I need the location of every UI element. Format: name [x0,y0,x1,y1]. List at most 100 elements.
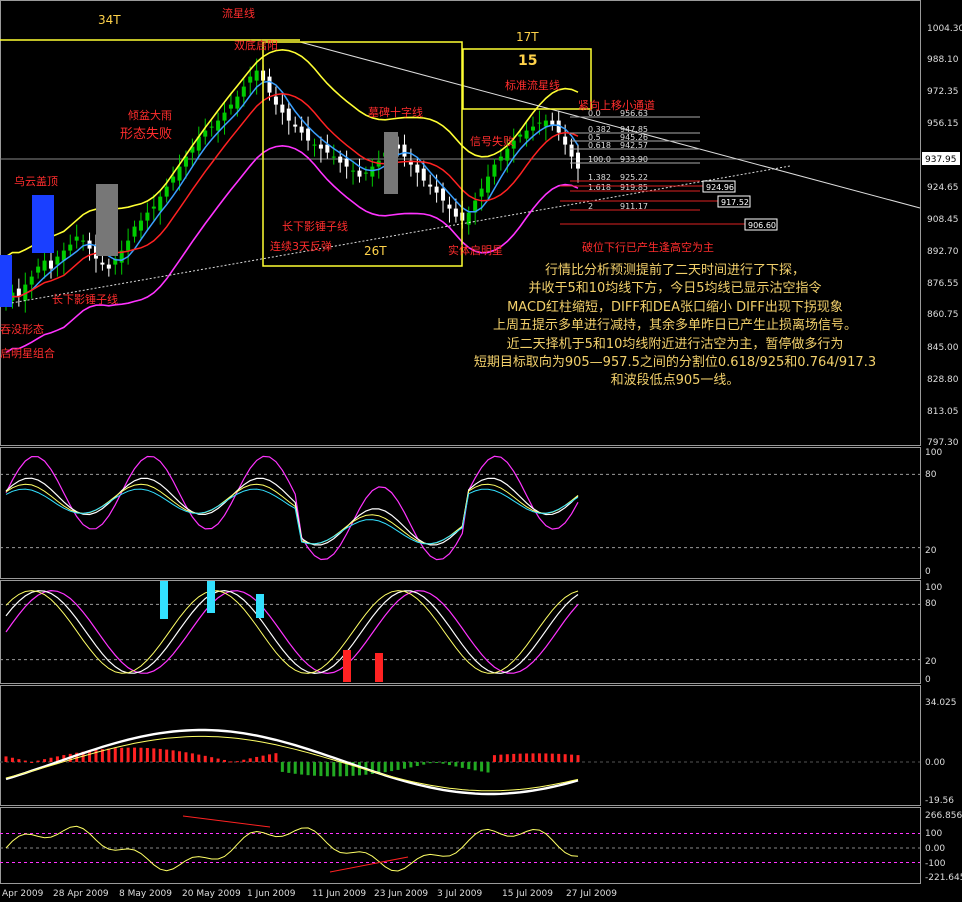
candle-body [248,76,253,83]
fib-price-label: 942.57 [620,141,648,150]
divergence-line [329,856,409,873]
candle-body [209,126,214,128]
candle-body [293,124,298,127]
candle-body [29,276,34,285]
candle-body [203,130,208,137]
y-tick-label: 0 [925,567,931,577]
candle-body [453,208,458,217]
candle-body [428,184,433,187]
count-label: 34T [98,13,121,27]
macd-histogram-bar [261,755,265,762]
candle-body [126,240,131,251]
macd-histogram-bar [550,753,554,762]
y-tick-label: 845.00 [927,343,959,353]
macd-histogram-bar [383,762,387,773]
y-tick-label: 956.15 [927,119,959,129]
macd-histogram-bar [518,753,522,762]
commentary-line: MACD红柱缩短，DIFF和DEA张口缩小 DIFF出现下拐现象 [507,299,843,315]
macd-histogram-bar [312,762,316,776]
stochastic-panel [0,581,920,682]
macd-histogram-bar [544,753,548,762]
macd-histogram-bar [158,748,162,762]
y-tick-label: 266.8569 [925,811,962,821]
candle-body [158,196,163,211]
y-tick-label: 20 [925,657,937,667]
macd-histogram-bar [152,748,156,762]
macd-histogram-bar [248,758,252,762]
macd-histogram-bar [512,753,516,762]
last-price-label: 937.95 [925,155,957,165]
macd-histogram-bar [10,757,14,762]
candle-body [254,70,259,81]
y-tick-label: 20 [925,546,937,556]
candle-body [42,260,47,271]
candle-body [421,168,426,181]
candle-body [81,240,86,242]
y-tick-label: 876.55 [927,279,959,289]
panel-border [0,447,921,579]
candle-body [466,212,471,225]
y-tick-label: 813.05 [927,407,959,417]
chart-annotation: 标准流星线 [505,78,560,92]
x-tick-label: 28 Apr 2009 [53,889,109,899]
macd-histogram-bar [325,762,329,777]
y-tick-label: 988.10 [927,55,959,65]
chart-annotation: 形态失败 [120,127,172,142]
y-tick-label: 100 [925,448,942,458]
fib-ratio-label: 2 [588,202,593,211]
y-tick-label: -19.56 [925,796,954,806]
candle-body [164,186,169,197]
macd-histogram-bar [557,753,561,762]
y-tick-label: 0 [925,675,931,685]
price-tag-label: 906.60 [748,221,776,230]
macd-panel [0,728,920,796]
chart-annotation: 信号失败 [470,134,514,148]
y-tick-label: 80 [925,470,937,480]
oscillator-panel [0,455,920,561]
candle-body [363,172,368,174]
count-label: 17T [516,30,539,44]
y-tick-label: 100 [925,583,942,593]
price-tag-label: 917.52 [721,198,749,207]
oscillator-line-cyan [5,488,579,545]
y-tick-label: 908.45 [927,215,959,225]
candle-body [216,120,221,131]
candle-body [177,166,182,181]
x-tick-label: 15 Jul 2009 [502,889,553,899]
y-tick-label: 100 [925,829,942,839]
candle-body [531,126,536,131]
candle-body [241,86,246,97]
x-tick-label: 23 Jun 2009 [374,889,428,899]
chart-annotation: 长下影锤子线 [282,219,348,233]
y-tick-label: 0.00 [925,844,945,854]
candle-body [306,128,311,141]
candle-body [402,144,407,157]
macd-histogram-bar [473,762,477,771]
candle-body [312,144,317,146]
macd-histogram-bar [30,762,34,763]
signal-bar-red [343,650,351,682]
macd-histogram-bar [486,762,490,773]
chart-annotation: 长下影锤子线 [52,292,118,306]
macd-histogram-bar [255,756,259,762]
candle-body [100,262,105,265]
y-tick-label: 0.00 [925,758,945,768]
macd-histogram-bar [23,760,27,762]
y-tick-label: 34.025 [925,698,957,708]
candle-body [318,144,323,149]
candle-body [273,96,278,105]
candle-body [569,144,574,157]
fib-price-label: 919.85 [620,183,648,192]
macd-histogram-bar [49,757,53,762]
candle-body [36,266,41,273]
macd-histogram-bar [332,762,336,777]
macd-histogram-bar [357,762,361,776]
macd-histogram-bar [107,748,111,762]
count-label: 15 [518,53,537,69]
macd-histogram-bar [319,762,323,777]
candle-body [563,136,568,145]
macd-histogram-bar [505,754,509,762]
chart-annotation: 紧向上移小通道 [578,98,655,112]
fib-ratio-label: 1.618 [588,183,611,192]
y-tick-label: 972.35 [927,87,959,97]
